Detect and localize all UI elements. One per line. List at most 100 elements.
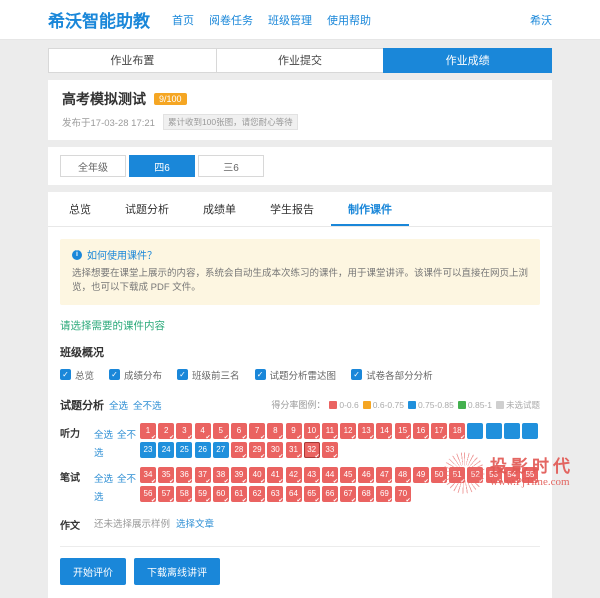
top-tab-1[interactable]: 作业布置 (48, 48, 217, 73)
tile-number: 2 (164, 427, 168, 435)
section-tab-3[interactable]: 成绩单 (186, 192, 253, 226)
section-tab-5[interactable]: 制作课件 (331, 192, 409, 226)
question-tile-59[interactable]: 59✔ (195, 486, 211, 502)
question-tile-67[interactable]: 67✔ (340, 486, 356, 502)
checkbox-option-4[interactable]: ✓试题分析雷达图 (255, 368, 337, 382)
qa-select-none-link[interactable]: 全不选 (133, 398, 162, 412)
question-tile-35[interactable]: 35✔ (158, 467, 174, 483)
question-tile-6[interactable]: 6✔ (231, 423, 247, 439)
question-tile-58[interactable]: 58✔ (176, 486, 192, 502)
question-tile-30[interactable]: 30✔ (267, 442, 283, 458)
question-tile[interactable] (522, 423, 538, 439)
question-tile-17[interactable]: 17✔ (431, 423, 447, 439)
section-tab-1[interactable]: 总览 (52, 192, 108, 226)
checkbox-checked-icon[interactable]: ✓ (60, 369, 71, 380)
question-tile-39[interactable]: 39✔ (231, 467, 247, 483)
qa-select-all-link[interactable]: 全选 (109, 398, 128, 412)
class-filter-button-3[interactable]: 三6 (198, 155, 264, 177)
essay-choose-link[interactable]: 选择文章 (176, 516, 214, 530)
checkbox-checked-icon[interactable]: ✓ (351, 369, 362, 380)
top-tab-3[interactable]: 作业成绩 (383, 48, 552, 73)
question-tile-1[interactable]: 1✔ (140, 423, 156, 439)
top-tab-2[interactable]: 作业提交 (216, 48, 385, 73)
nav-item-3[interactable]: 班级管理 (268, 12, 312, 28)
question-tile-45[interactable]: 45✔ (340, 467, 356, 483)
question-tile-18[interactable]: 18✔ (449, 423, 465, 439)
question-tile-3[interactable]: 3✔ (176, 423, 192, 439)
question-tile-34[interactable]: 34✔ (140, 467, 156, 483)
question-tile-7[interactable]: 7✔ (249, 423, 265, 439)
checkbox-checked-icon[interactable]: ✓ (255, 369, 266, 380)
question-tile-61[interactable]: 61✔ (231, 486, 247, 502)
question-tile-49[interactable]: 49✔ (413, 467, 429, 483)
question-tile-26[interactable]: 26 (195, 442, 211, 458)
question-tile-69[interactable]: 69✔ (376, 486, 392, 502)
group-select-all-link[interactable]: 全选 (94, 474, 113, 485)
checkbox-option-1[interactable]: ✓总览 (60, 368, 94, 382)
question-tile-14[interactable]: 14✔ (376, 423, 392, 439)
question-tile-64[interactable]: 64✔ (286, 486, 302, 502)
question-tile-24[interactable]: 24 (158, 442, 174, 458)
section-tab-2[interactable]: 试题分析 (108, 192, 186, 226)
question-tile-41[interactable]: 41✔ (267, 467, 283, 483)
question-tile-42[interactable]: 42✔ (286, 467, 302, 483)
check-icon: ✔ (278, 478, 283, 485)
checkbox-checked-icon[interactable]: ✓ (109, 369, 120, 380)
question-tile-12[interactable]: 12✔ (340, 423, 356, 439)
question-tile-38[interactable]: 38✔ (213, 467, 229, 483)
group-select-all-link[interactable]: 全选 (94, 430, 113, 441)
checkbox-option-5[interactable]: ✓试卷各部分分析 (351, 368, 433, 382)
question-tile-11[interactable]: 11✔ (322, 423, 338, 439)
question-tile-13[interactable]: 13✔ (358, 423, 374, 439)
question-tile-44[interactable]: 44✔ (322, 467, 338, 483)
question-tile-16[interactable]: 16✔ (413, 423, 429, 439)
question-tile-60[interactable]: 60✔ (213, 486, 229, 502)
question-tile-56[interactable]: 56✔ (140, 486, 156, 502)
question-tile-36[interactable]: 36✔ (176, 467, 192, 483)
nav-item-1[interactable]: 首页 (172, 12, 194, 28)
question-tile-25[interactable]: 25 (176, 442, 192, 458)
action-button-2[interactable]: 下载离线讲评 (134, 558, 220, 585)
question-tile[interactable] (504, 423, 520, 439)
question-tile-28[interactable]: 28✔ (231, 442, 247, 458)
class-filter-button-2[interactable]: 四6 (129, 155, 195, 177)
question-tile-27[interactable]: 27 (213, 442, 229, 458)
question-tile-23[interactable]: 23 (140, 442, 156, 458)
question-tile-29[interactable]: 29✔ (249, 442, 265, 458)
question-tile-62[interactable]: 62✔ (249, 486, 265, 502)
question-tile-43[interactable]: 43✔ (304, 467, 320, 483)
nav-item-4[interactable]: 使用帮助 (327, 12, 371, 28)
question-tile-15[interactable]: 15✔ (395, 423, 411, 439)
question-tile-37[interactable]: 37✔ (195, 467, 211, 483)
question-tile-47[interactable]: 47✔ (376, 467, 392, 483)
question-tile-8[interactable]: 8✔ (267, 423, 283, 439)
checkbox-option-3[interactable]: ✓班级前三名 (177, 368, 240, 382)
question-tile-63[interactable]: 63✔ (267, 486, 283, 502)
question-tile-9[interactable]: 9✔ (286, 423, 302, 439)
question-tile-2[interactable]: 2✔ (158, 423, 174, 439)
question-tile-5[interactable]: 5✔ (213, 423, 229, 439)
group-label: 听力 (60, 423, 94, 461)
question-tile-70[interactable]: 70✔ (395, 486, 411, 502)
question-tile-68[interactable]: 68✔ (358, 486, 374, 502)
action-button-1[interactable]: 开始评价 (60, 558, 126, 585)
question-tile-10[interactable]: 10✔ (304, 423, 320, 439)
class-filter-button-1[interactable]: 全年级 (60, 155, 126, 177)
question-tile-40[interactable]: 40✔ (249, 467, 265, 483)
question-tile-31[interactable]: 31✔ (286, 442, 302, 458)
section-tab-4[interactable]: 学生报告 (253, 192, 331, 226)
question-tile-66[interactable]: 66✔ (322, 486, 338, 502)
question-tile-46[interactable]: 46✔ (358, 467, 374, 483)
question-tile-4[interactable]: 4✔ (195, 423, 211, 439)
user-menu[interactable]: 希沃 (530, 12, 552, 28)
question-tile-32[interactable]: 32✔ (304, 442, 320, 458)
question-tile-33[interactable]: 33✔ (322, 442, 338, 458)
question-tile-48[interactable]: 48✔ (395, 467, 411, 483)
question-tile-57[interactable]: 57✔ (158, 486, 174, 502)
checkbox-option-2[interactable]: ✓成绩分布 (109, 368, 162, 382)
question-tile[interactable] (486, 423, 502, 439)
checkbox-checked-icon[interactable]: ✓ (177, 369, 188, 380)
question-tile[interactable] (467, 423, 483, 439)
question-tile-65[interactable]: 65✔ (304, 486, 320, 502)
nav-item-2[interactable]: 阅卷任务 (209, 12, 253, 28)
